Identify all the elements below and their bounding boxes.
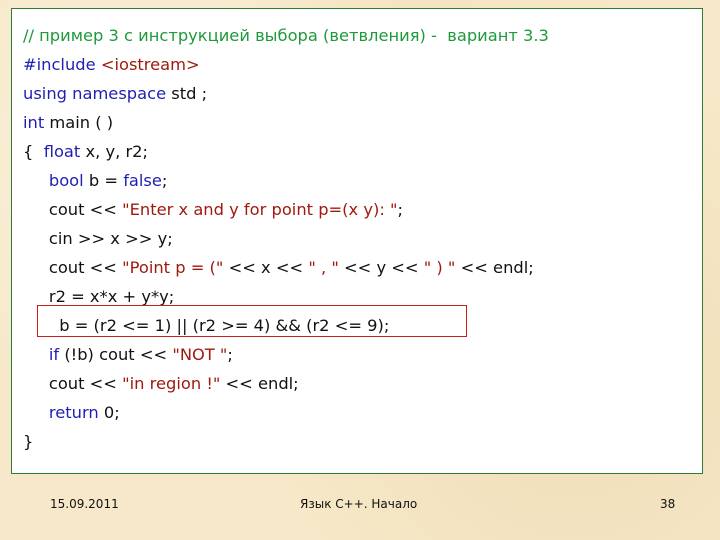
code-token: " ) " [423,258,456,277]
code-token: } [23,432,34,451]
code-token: int [23,113,45,132]
code-line: using namespace std ; [23,79,549,108]
footer-title: Язык С++. Начало [300,497,418,511]
code-token: cout << [23,200,123,219]
code-token: std ; [166,84,208,103]
code-token: ; [161,171,168,190]
code-token: x, y, r2; [80,142,148,161]
code-token: bool [48,171,84,190]
code-token: "in region !" [122,374,221,393]
code-listing-panel: // пример 3 с инструкцией выбора (ветвле… [11,8,703,474]
code-token: 0; [98,403,120,422]
code-token: // пример 3 с инструкцией выбора (ветвле… [23,26,549,45]
code-token: cout << [23,258,123,277]
code-line: bool b = false; [23,166,549,195]
code-token: main ( ) [44,113,114,132]
code-line: if (!b) cout << "NOT "; [23,340,549,369]
footer-date: 15.09.2011 [50,497,119,511]
code-line: return 0; [23,398,549,427]
code-line: cin >> x >> y; [23,224,549,253]
code-token: " , " [308,258,339,277]
code-line: // пример 3 с инструкцией выбора (ветвле… [23,21,549,50]
code-token: using namespace [23,84,167,103]
code-line: int main ( ) [23,108,549,137]
code-token: (!b) cout << [59,345,173,364]
code-line: cout << "Enter x and y for point p=(x y)… [23,195,549,224]
code-token: cout << [23,374,123,393]
code-line: } [23,427,549,456]
code-token: "NOT " [172,345,228,364]
code-line: cout << "in region !" << endl; [23,369,549,398]
code-line: { float x, y, r2; [23,137,549,166]
highlighted-statement-box [37,305,467,337]
code-token: b = [83,171,124,190]
code-token: r2 = x*x + y*y; [23,287,175,306]
code-block: // пример 3 с инструкцией выбора (ветвле… [23,21,549,456]
code-token: ; [227,345,233,364]
code-token: float [43,142,81,161]
code-token: if [48,345,60,364]
footer-page-number: 38 [660,497,676,511]
code-token: "Enter x and y for point p=(x y): " [122,200,398,219]
code-token: <iostream> [100,55,200,74]
code-token: { [23,142,44,161]
code-token: cin >> x >> y; [23,229,173,248]
code-token: << endl; [455,258,534,277]
code-token: << x << [223,258,309,277]
code-token: ; [397,200,403,219]
code-token: << y << [338,258,424,277]
code-token: << endl; [220,374,299,393]
code-token: false [123,171,162,190]
code-token: #include [23,55,101,74]
code-line: #include <iostream> [23,50,549,79]
code-token: "Point p = (" [122,258,224,277]
code-token: return [48,403,99,422]
code-line: cout << "Point p = (" << x << " , " << y… [23,253,549,282]
